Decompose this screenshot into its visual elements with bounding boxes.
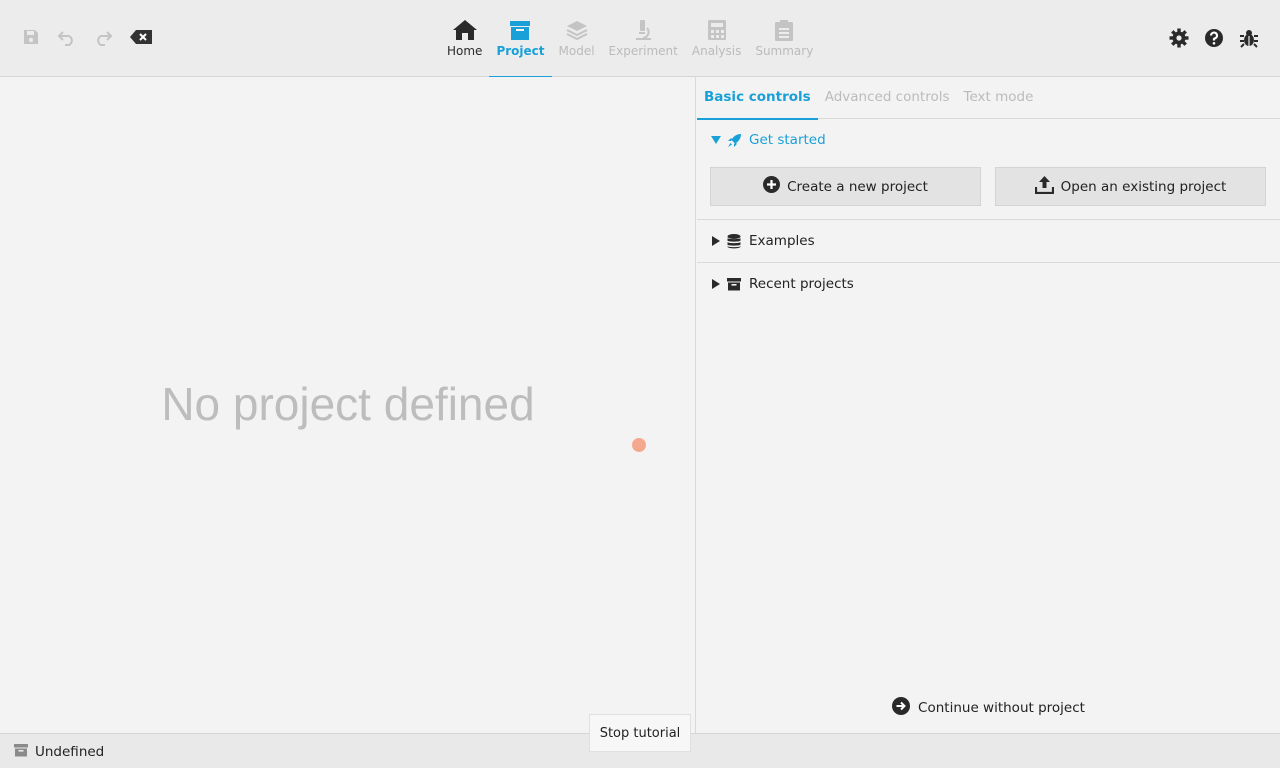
recent-projects-header[interactable]: Recent projects [697,263,1280,305]
tab-home-label: Home [447,44,483,58]
tab-basic-controls[interactable]: Basic controls [697,77,818,120]
open-project-button[interactable]: Open an existing project [995,167,1266,206]
recent-projects-label: Recent projects [749,276,854,292]
open-project-label: Open an existing project [1060,178,1227,195]
upload-icon [1034,175,1054,198]
controls-tabs: Basic controls Advanced controls Text mo… [697,77,1280,120]
project-preview-panel: No project defined [0,77,696,733]
project-status: Undefined [14,743,104,761]
undo-icon[interactable] [56,26,78,48]
continue-without-project-label: Continue without project [918,700,1085,716]
arrow-right-circle-icon [892,697,911,719]
layers-icon [566,18,588,42]
section-recent-projects: Recent projects [697,263,1280,305]
tab-project-label: Project [496,44,545,58]
settings-icon[interactable] [1168,27,1190,49]
continue-without-project-button[interactable]: Continue without project [697,697,1280,719]
empty-project-message: No project defined [161,378,535,430]
get-started-label: Get started [749,132,826,148]
tab-summary-label: Summary [755,44,814,58]
utility-toolbar [1168,27,1260,49]
section-get-started: Get started Create a new project Open an… [697,119,1280,220]
tab-advanced-controls[interactable]: Advanced controls [818,77,957,119]
examples-label: Examples [749,233,815,249]
create-project-button[interactable]: Create a new project [710,167,981,206]
rocket-icon [727,133,743,148]
section-examples: Examples [697,220,1280,263]
project-status-label: Undefined [35,744,105,760]
chevron-right-icon [711,236,721,246]
controls-panel: Basic controls Advanced controls Text mo… [697,77,1280,733]
get-started-actions: Create a new project Open an existing pr… [697,161,1280,219]
edit-toolbar [20,26,154,48]
main-nav: Home Project Model Experiment Analysis S… [440,0,820,78]
tab-project[interactable]: Project [489,0,552,78]
clear-icon[interactable] [128,26,154,48]
top-toolbar: Home Project Model Experiment Analysis S… [0,0,1280,78]
tab-summary[interactable]: Summary [748,0,820,77]
stop-tutorial-button[interactable]: Stop tutorial [589,714,691,752]
tab-text-mode[interactable]: Text mode [957,77,1041,119]
tab-experiment[interactable]: Experiment [602,0,685,77]
archive-box-icon [727,277,743,291]
database-icon [727,233,743,249]
tab-analysis[interactable]: Analysis [685,0,748,77]
bug-report-icon[interactable] [1238,27,1260,49]
tab-model-label: Model [558,44,595,58]
tab-home[interactable]: Home [440,0,489,77]
plus-circle-icon [763,176,781,197]
chevron-right-icon [711,279,721,289]
save-icon[interactable] [20,26,42,48]
chevron-down-icon [711,135,721,145]
microscope-icon [632,18,654,42]
redo-icon[interactable] [92,26,114,48]
tab-experiment-label: Experiment [608,44,678,58]
examples-header[interactable]: Examples [697,220,1280,262]
home-icon [452,18,478,42]
project-box-icon [509,18,531,42]
tab-analysis-label: Analysis [691,44,742,58]
help-icon[interactable] [1203,27,1225,49]
archive-box-icon [14,743,28,761]
calculator-icon [707,18,727,42]
get-started-header[interactable]: Get started [697,119,1280,161]
tutorial-pointer-dot [632,438,646,452]
create-project-label: Create a new project [787,178,928,195]
clipboard-icon [774,18,794,42]
tab-model[interactable]: Model [552,0,602,77]
